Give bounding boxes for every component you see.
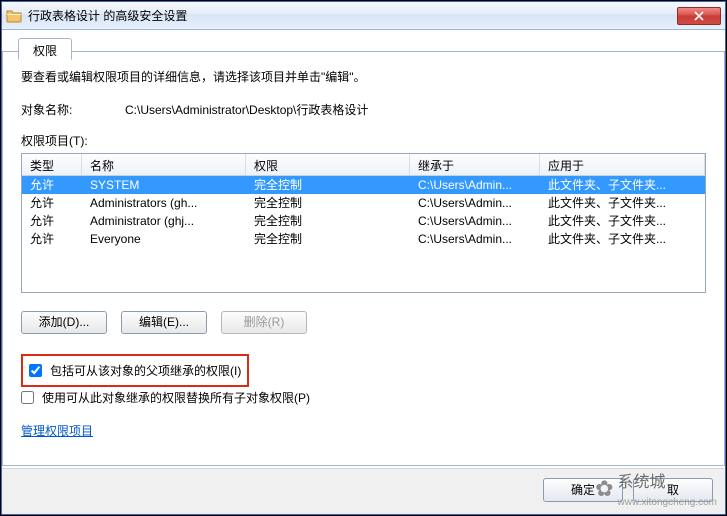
object-name-label: 对象名称: — [21, 101, 101, 118]
tab-body: 要查看或编辑权限项目的详细信息，请选择该项目并单击"编辑"。 对象名称: C:\… — [2, 51, 725, 466]
table-row[interactable]: 允许 SYSTEM 完全控制 C:\Users\Admin... 此文件夹、子文… — [22, 176, 705, 194]
col-header-type[interactable]: 类型 — [22, 154, 82, 175]
ok-button[interactable]: 确定 — [543, 478, 623, 502]
titlebar[interactable]: 行政表格设计 的高级安全设置 — [2, 2, 725, 30]
button-row: 添加(D)... 编辑(E)... 删除(R) — [21, 311, 706, 334]
tab-label: 权限 — [33, 44, 57, 58]
folder-icon — [6, 8, 22, 24]
remove-button[interactable]: 删除(R) — [221, 311, 307, 334]
replace-child-input[interactable] — [21, 391, 34, 404]
listview-header[interactable]: 类型 名称 权限 继承于 应用于 — [22, 154, 705, 176]
col-header-perm[interactable]: 权限 — [246, 154, 410, 175]
tab-permissions[interactable]: 权限 — [18, 38, 72, 60]
table-row[interactable]: 允许 Administrator (ghj... 完全控制 C:\Users\A… — [22, 212, 705, 230]
col-header-name[interactable]: 名称 — [82, 154, 246, 175]
col-header-inherit[interactable]: 继承于 — [410, 154, 540, 175]
object-row: 对象名称: C:\Users\Administrator\Desktop\行政表… — [21, 101, 706, 118]
cancel-button[interactable]: 取 — [633, 478, 713, 502]
advanced-security-window: 行政表格设计 的高级安全设置 权限 要查看或编辑权限项目的详细信息，请选择该项目… — [1, 1, 726, 515]
include-inherit-input[interactable] — [29, 364, 42, 377]
manage-permissions-link[interactable]: 管理权限项目 — [21, 422, 93, 439]
replace-child-checkbox[interactable]: 使用可从此对象继承的权限替换所有子对象权限(P) — [21, 389, 706, 406]
object-name-value: C:\Users\Administrator\Desktop\行政表格设计 — [125, 101, 368, 118]
table-row[interactable]: 允许 Everyone 完全控制 C:\Users\Admin... 此文件夹、… — [22, 230, 705, 248]
col-header-apply[interactable]: 应用于 — [540, 154, 705, 175]
include-inherit-checkbox[interactable]: 包括可从该对象的父项继承的权限(I) — [29, 362, 241, 379]
close-button[interactable] — [677, 7, 721, 25]
replace-child-label: 使用可从此对象继承的权限替换所有子对象权限(P) — [42, 389, 310, 406]
instruction-text: 要查看或编辑权限项目的详细信息，请选择该项目并单击"编辑"。 — [21, 68, 706, 85]
window-title: 行政表格设计 的高级安全设置 — [28, 7, 677, 24]
permission-list-label: 权限项目(T): — [21, 132, 706, 149]
table-row[interactable]: 允许 Administrators (gh... 完全控制 C:\Users\A… — [22, 194, 705, 212]
add-button[interactable]: 添加(D)... — [21, 311, 107, 334]
include-inherit-label: 包括可从该对象的父项继承的权限(I) — [50, 362, 241, 379]
highlighted-checkbox-area: 包括可从该对象的父项继承的权限(I) — [21, 354, 249, 387]
edit-button[interactable]: 编辑(E)... — [121, 311, 207, 334]
permission-listview[interactable]: 类型 名称 权限 继承于 应用于 允许 SYSTEM 完全控制 C:\Users… — [21, 153, 706, 293]
